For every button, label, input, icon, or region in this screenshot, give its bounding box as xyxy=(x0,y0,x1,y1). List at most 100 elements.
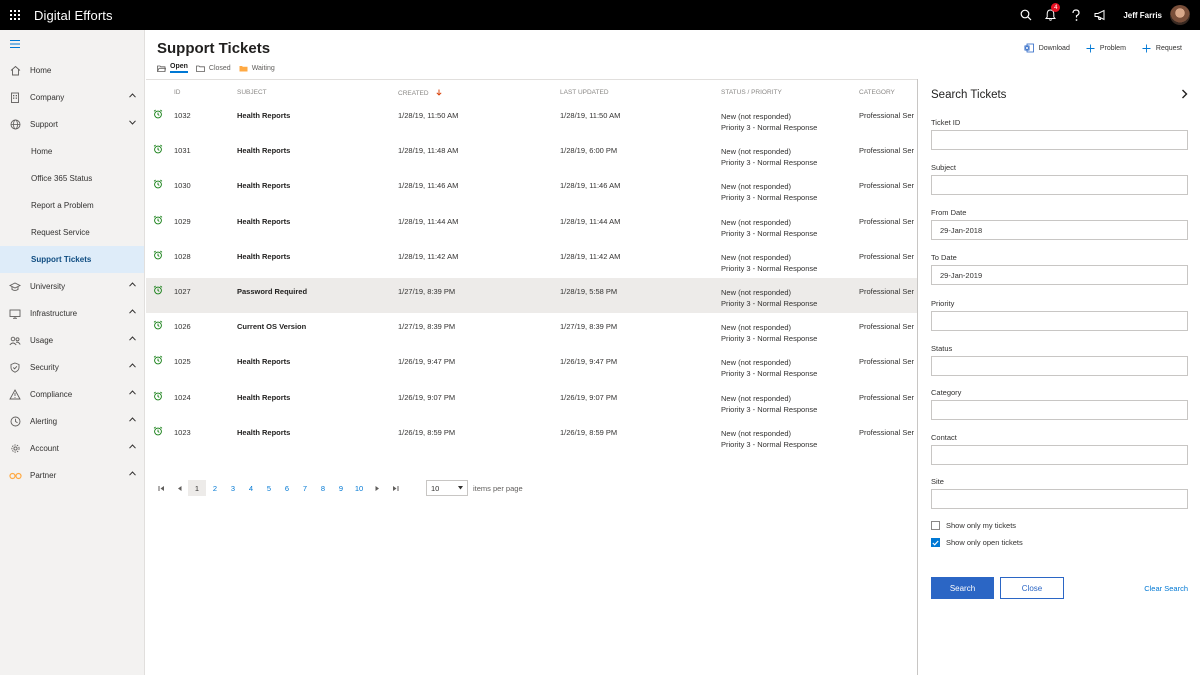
ticket-subject[interactable]: Health Reports xyxy=(237,217,290,226)
table-row[interactable]: 1027 Password Required 1/27/19, 8:39 PM 1/2… xyxy=(146,277,917,314)
close-button[interactable]: Close xyxy=(1000,577,1064,599)
ticket-category: Professional Ser xyxy=(859,427,915,437)
ticket-subject[interactable]: Current OS Version xyxy=(237,322,306,331)
table-row[interactable]: 1030 Health Reports 1/28/19, 11:46 AM 1/28/… xyxy=(146,172,917,207)
sidebar-item-company[interactable]: Company xyxy=(0,84,144,111)
user-name[interactable]: Jeff Farris xyxy=(1123,11,1162,20)
to-date-input[interactable] xyxy=(931,265,1188,285)
help-button[interactable] xyxy=(1063,0,1088,30)
table-row[interactable]: 1029 Health Reports 1/28/19, 11:44 AM 1/28/… xyxy=(146,208,917,243)
first-page-button[interactable] xyxy=(152,480,170,496)
ticket-status-indicator xyxy=(153,426,163,438)
column-header-id[interactable]: ID xyxy=(174,89,181,96)
prev-page-button[interactable] xyxy=(170,480,188,496)
sidebar-subitem-office365-status[interactable]: Office 365 Status xyxy=(0,165,144,192)
contact-input[interactable] xyxy=(931,445,1188,465)
column-header-subject[interactable]: Subject xyxy=(237,89,267,96)
page-button[interactable]: 2 xyxy=(206,480,224,496)
search-button[interactable]: Search xyxy=(931,577,994,599)
sidebar-item-infrastructure[interactable]: Infrastructure xyxy=(0,300,144,327)
ticket-priority: Priority 3 - Normal Response xyxy=(721,369,818,379)
column-header-last-updated[interactable]: Last Updated xyxy=(560,89,609,96)
table-row[interactable]: 1025 Health Reports 1/26/19, 9:47 PM 1/26/1… xyxy=(146,348,917,383)
building-icon xyxy=(11,92,19,103)
sidebar-subitem-home[interactable]: Home xyxy=(0,138,144,165)
search-button[interactable] xyxy=(1013,0,1038,30)
next-page-button[interactable] xyxy=(368,480,386,496)
table-row[interactable]: 1028 Health Reports 1/28/19, 11:42 AM 1/28/… xyxy=(146,243,917,278)
sidebar-subitem-report-problem[interactable]: Report a Problem xyxy=(0,192,144,219)
download-button[interactable]: Download xyxy=(1024,43,1070,53)
column-header-status[interactable]: Status / Priority xyxy=(721,89,782,96)
sidebar-item-usage[interactable]: Usage xyxy=(0,327,144,354)
column-header-created[interactable]: Created xyxy=(398,89,442,97)
page-button[interactable]: 3 xyxy=(224,480,242,496)
table-row[interactable]: 1024 Health Reports 1/26/19, 9:07 PM 1/26/1… xyxy=(146,384,917,419)
table-row[interactable]: 1023 Health Reports 1/26/19, 8:59 PM 1/26/1… xyxy=(146,419,917,454)
ticket-created: 1/26/19, 9:47 PM xyxy=(398,357,456,367)
table-row[interactable]: 1026 Current OS Version 1/27/19, 8:39 PM 1/… xyxy=(146,313,917,348)
page-button[interactable]: 8 xyxy=(314,480,332,496)
page-button[interactable]: 9 xyxy=(332,480,350,496)
ticket-subject[interactable]: Health Reports xyxy=(237,181,290,190)
site-input[interactable] xyxy=(931,489,1188,509)
ticket-subject[interactable]: Health Reports xyxy=(237,428,290,437)
tab-waiting[interactable]: Waiting xyxy=(239,65,275,72)
sidebar-item-home[interactable]: Home xyxy=(0,57,144,84)
page-button[interactable]: 7 xyxy=(296,480,314,496)
clear-search-link[interactable]: Clear Search xyxy=(1144,584,1188,593)
items-per-page-select[interactable]: 10 xyxy=(426,480,468,496)
page-button[interactable]: 4 xyxy=(242,480,260,496)
subject-input[interactable] xyxy=(931,175,1188,195)
ticket-subject[interactable]: Health Reports xyxy=(237,146,290,155)
notifications-button[interactable]: 4 xyxy=(1038,0,1063,30)
menu-toggle-button[interactable] xyxy=(0,30,144,57)
sidebar-item-partner[interactable]: Partner xyxy=(0,462,144,489)
sidebar-item-label: Account xyxy=(30,444,59,453)
sidebar-subitem-support-tickets[interactable]: Support Tickets xyxy=(0,246,144,273)
sidebar-item-compliance[interactable]: Compliance xyxy=(0,381,144,408)
avatar[interactable] xyxy=(1170,5,1190,25)
new-problem-button[interactable]: Problem xyxy=(1086,43,1126,53)
priority-input[interactable] xyxy=(931,311,1188,331)
page-button[interactable]: 1 xyxy=(188,480,206,496)
search-icon xyxy=(1020,9,1032,21)
table-row[interactable]: 1031 Health Reports 1/28/19, 11:48 AM 1/28/… xyxy=(146,137,917,172)
ticket-subject[interactable]: Health Reports xyxy=(237,111,290,120)
column-header-category[interactable]: Category xyxy=(859,89,895,96)
new-request-button[interactable]: Request xyxy=(1142,43,1182,53)
pagination: 1 2 3 4 5 6 7 8 9 10 10 items per page xyxy=(152,480,523,496)
show-open-tickets-checkbox[interactable]: Show only open tickets xyxy=(931,538,1023,547)
status-input[interactable] xyxy=(931,356,1188,376)
collapse-panel-button[interactable] xyxy=(1181,89,1188,101)
tab-closed[interactable]: Closed xyxy=(195,65,231,72)
sidebar-subitem-request-service[interactable]: Request Service xyxy=(0,219,144,246)
category-input[interactable] xyxy=(931,400,1188,420)
folder-tabs: Open Closed Waiting xyxy=(157,63,275,73)
from-date-input[interactable] xyxy=(931,220,1188,240)
sidebar-item-account[interactable]: Account xyxy=(0,435,144,462)
sidebar-item-alerting[interactable]: Alerting xyxy=(0,408,144,435)
ticket-priority: Priority 3 - Normal Response xyxy=(721,334,818,344)
page-button[interactable]: 6 xyxy=(278,480,296,496)
app-launcher-button[interactable] xyxy=(0,0,30,30)
table-row[interactable]: 1032 Health Reports 1/28/19, 11:50 AM 1/28/… xyxy=(146,102,917,137)
ticket-subject[interactable]: Health Reports xyxy=(237,357,290,366)
sidebar-item-support[interactable]: Support xyxy=(0,111,144,138)
sidebar-item-university[interactable]: University xyxy=(0,273,144,300)
checkbox-box xyxy=(931,521,940,530)
page-button[interactable]: 10 xyxy=(350,480,368,496)
sidebar-item-security[interactable]: Security xyxy=(0,354,144,381)
page-button[interactable]: 5 xyxy=(260,480,278,496)
ticket-subject[interactable]: Health Reports xyxy=(237,252,290,261)
ticket-subject[interactable]: Health Reports xyxy=(237,393,290,402)
ticket-status-indicator xyxy=(153,250,163,262)
show-my-tickets-checkbox[interactable]: Show only my tickets xyxy=(931,521,1016,530)
last-page-button[interactable] xyxy=(386,480,404,496)
chevron-up-icon xyxy=(129,471,136,476)
ticket-id-input[interactable] xyxy=(931,130,1188,150)
ticket-subject[interactable]: Password Required xyxy=(237,287,307,296)
table-header: ID Subject Created Last Updated Status /… xyxy=(146,82,917,102)
tab-open[interactable]: Open xyxy=(157,63,188,73)
announcements-button[interactable] xyxy=(1088,0,1113,30)
